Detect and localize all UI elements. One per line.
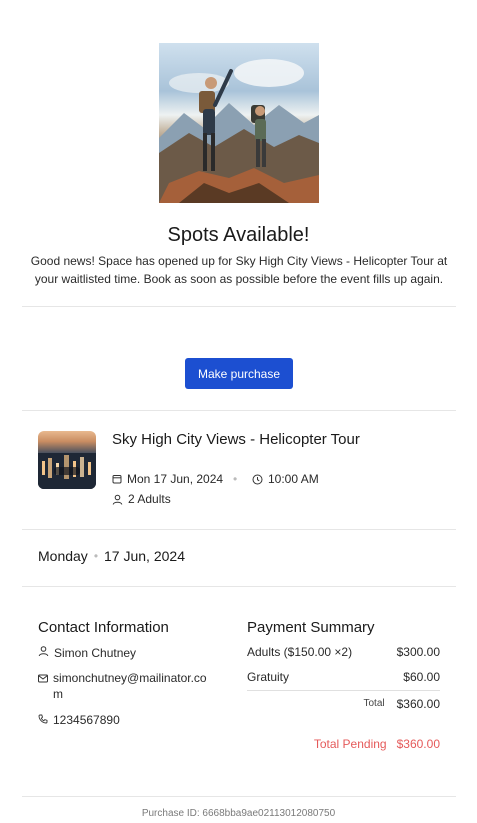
divider [22,586,456,587]
divider [22,529,456,530]
contact-name-text: Simon Chutney [54,646,137,660]
event-date-text: Mon 17 Jun, 2024 [127,472,224,486]
separator-dot: • [93,549,99,563]
booking-date-text: 17 Jun, 2024 [104,548,185,564]
payment-line-amount: $60.00 [403,670,440,684]
person-icon [112,494,123,505]
event-guests-text: 2 Adults [128,492,171,506]
payment-line-label: Adults ($150.00 ×2) [247,645,353,659]
availability-message: Good news! Space has opened up for Sky H… [30,254,448,286]
event-guests: 2 Adults [112,492,171,506]
payment-line-label: Gratuity [247,670,290,684]
total-amount: $360.00 [396,697,440,711]
payment-total: Total $360.00 [247,690,440,711]
event-date: Mon 17 Jun, 2024 [112,472,223,486]
pending-amount: $360.00 [396,737,440,751]
payment-line: Adults ($150.00 ×2) $300.00 [247,645,440,659]
hero-image [159,43,319,203]
clock-icon [252,474,263,485]
payment-pending: Total Pending $360.00 [247,737,440,751]
contact-name: Simon Chutney [38,645,136,661]
payment-line-amount: $300.00 [396,645,440,659]
separator-dot: • [233,472,238,486]
phone-icon [38,714,48,724]
divider [22,306,456,307]
mail-icon [38,674,48,683]
event-time: 10:00 AM [252,472,319,486]
contact-section-title: Contact Information [38,619,169,636]
person-icon [38,645,49,657]
contact-phone: 1234567890 [38,712,120,728]
purchase-id: Purchase ID: 6668bba9ae02113012080750 [141,808,336,819]
contact-email: simonchutney@mailinator.com [38,670,213,702]
calendar-icon [112,474,122,484]
event-thumbnail [38,431,96,489]
event-title: Sky High City Views - Helicopter Tour [112,431,360,448]
make-purchase-button[interactable]: Make purchase [185,358,293,389]
divider [22,796,456,797]
contact-email-text[interactable]: simonchutney@mailinator.com [53,670,213,702]
payment-section-title: Payment Summary [247,619,375,636]
total-label: Total [363,698,385,709]
event-time-text: 10:00 AM [268,472,319,486]
divider [22,410,456,411]
booking-weekday: Monday [38,548,88,564]
pending-label: Total Pending [313,737,387,751]
payment-line: Gratuity $60.00 [247,670,440,684]
booking-date: Monday • 17 Jun, 2024 [38,548,185,564]
page-title: Spots Available! [167,224,310,246]
contact-phone-text[interactable]: 1234567890 [53,712,120,728]
